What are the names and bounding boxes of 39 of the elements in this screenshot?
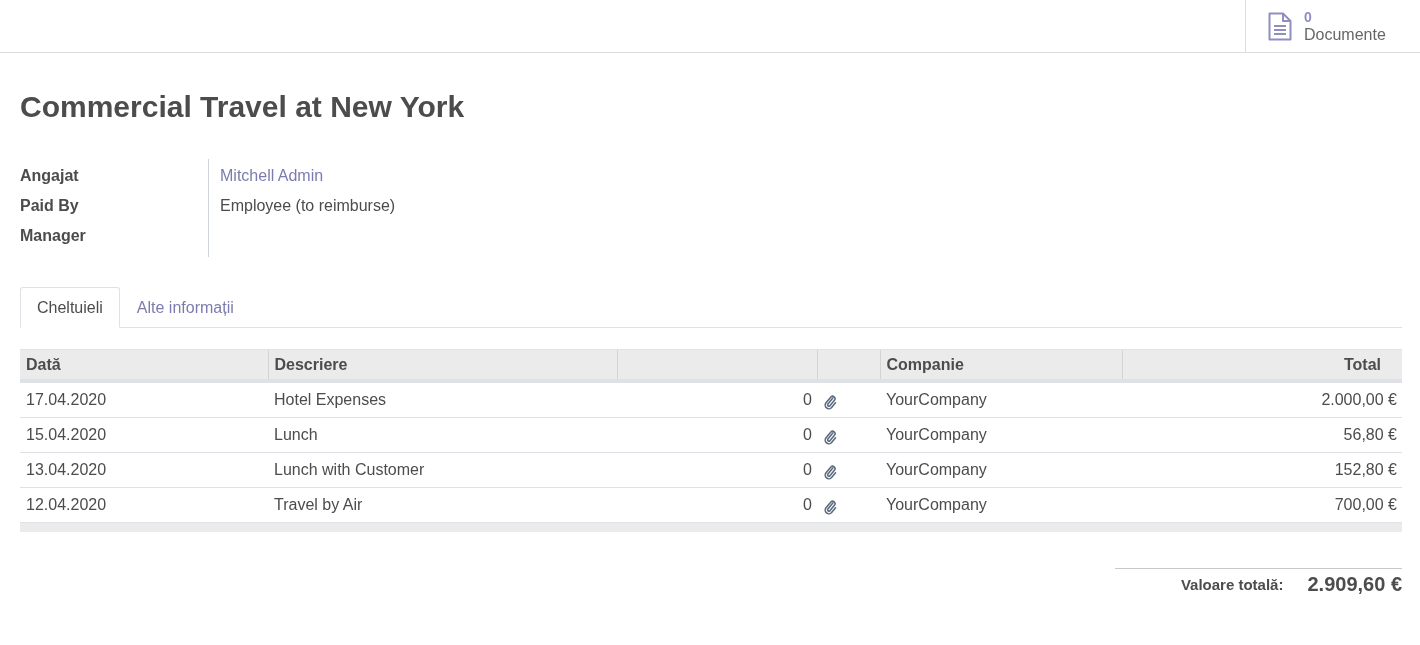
column-header[interactable]: Descriere [268,349,617,381]
table-cell: 56,80 € [1343,426,1397,443]
paperclip-icon[interactable] [824,394,837,410]
paperclip-icon[interactable] [824,499,837,515]
total-label: Valoare totală: [1180,576,1284,593]
table-cell: 13.04.2020 [26,461,107,478]
table-cell: 0 [803,461,812,478]
table-cell: 152,80 € [1334,461,1397,478]
table-cell: 700,00 € [1334,496,1397,513]
table-cell: 17.04.2020 [26,391,107,408]
table-cell: 12.04.2020 [26,496,107,513]
field-label: Angajat [20,167,79,185]
table-cell: 0 [803,496,812,513]
table-cell: 2.000,00 € [1321,391,1397,408]
table-cell: Hotel Expenses [274,391,387,408]
total-amount: 2.909,60 € [1307,573,1402,596]
table-cell: Lunch with Customer [274,461,425,478]
field-label: Manager [20,227,86,245]
table-cell: 15.04.2020 [26,426,107,443]
table-cell: Lunch [274,426,318,443]
column-header[interactable]: Total [1122,349,1402,381]
table-cell: 0 [803,426,812,443]
field-value: Employee (to reimburse) [220,197,396,215]
column-header[interactable]: Dată [20,349,268,381]
paperclip-icon[interactable] [824,464,837,480]
table-cell: 0 [803,391,812,408]
table-cell: YourCompany [886,391,987,408]
table-cell: YourCompany [886,426,987,443]
table-cell: YourCompany [886,496,987,513]
record-title: Commercial Travel at New York [20,89,466,125]
employee-link[interactable]: Mitchell Admin [220,167,324,185]
tab[interactable]: Alte informații [119,287,251,328]
column-header[interactable]: Companie [880,349,1122,381]
paperclip-icon[interactable] [824,429,837,445]
table-cell: YourCompany [886,461,987,478]
document-icon [1268,11,1292,41]
field-label: Paid By [20,197,79,215]
table-cell: Travel by Air [274,496,363,513]
tab[interactable]: Cheltuieli [20,287,120,328]
